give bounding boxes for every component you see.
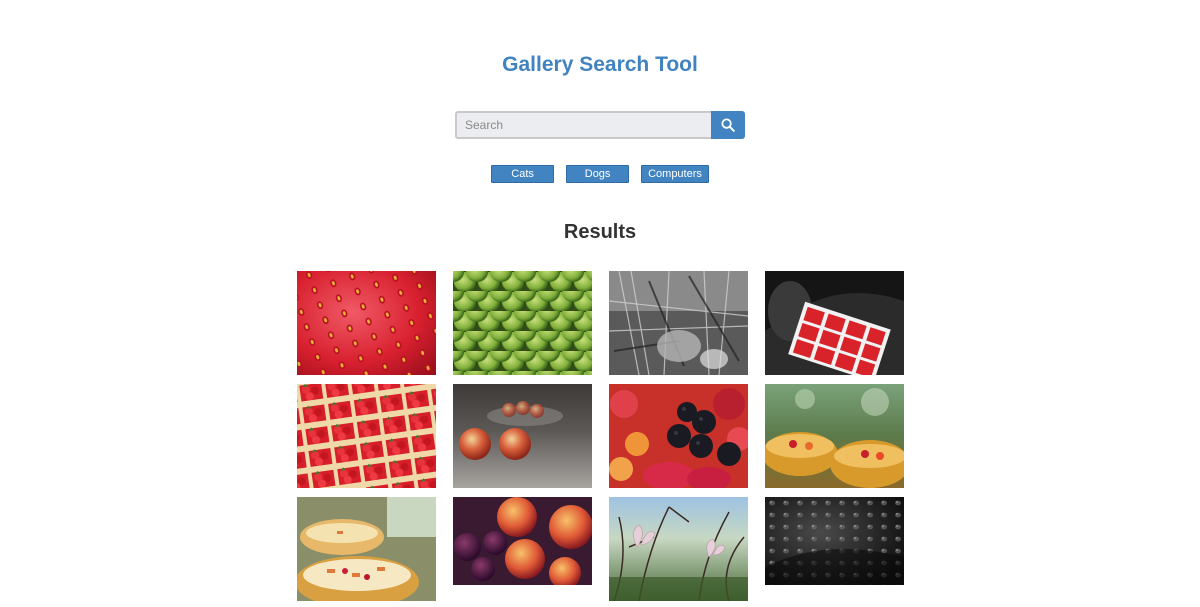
result-image-strawberry-closeup[interactable] <box>297 271 436 375</box>
search-button[interactable] <box>711 111 745 139</box>
result-image-black-and-white-workshop[interactable] <box>609 271 748 375</box>
search-icon <box>721 118 735 132</box>
result-image-strawberry-crates[interactable] <box>765 271 904 375</box>
result-image-green-figs[interactable] <box>453 271 592 375</box>
gallery-page: Gallery Search Tool Cats Dogs Computers … <box>0 0 1200 607</box>
results-heading: Results <box>563 221 637 243</box>
result-image-peaches-and-plums[interactable] <box>453 497 592 585</box>
search-bar <box>455 111 745 139</box>
filter-computers-button[interactable]: Computers <box>641 165 709 183</box>
search-input[interactable] <box>455 111 712 139</box>
result-image-water-droplets[interactable] <box>765 497 904 585</box>
result-image-fruit-bowls[interactable] <box>765 384 904 488</box>
result-image-pasta-bowls[interactable] <box>297 497 436 601</box>
filter-dogs-button[interactable]: Dogs <box>566 165 630 183</box>
results-grid <box>297 271 904 601</box>
result-image-pasqueflower-plants[interactable] <box>609 497 748 601</box>
result-image-peaches-on-table[interactable] <box>453 384 592 488</box>
filter-buttons: Cats Dogs Computers <box>0 165 1200 183</box>
filter-cats-button[interactable]: Cats <box>491 165 555 183</box>
result-image-strawberry-baskets[interactable] <box>297 384 436 488</box>
page-title: Gallery Search Tool <box>502 53 698 76</box>
result-image-mixed-berries[interactable] <box>609 384 748 488</box>
